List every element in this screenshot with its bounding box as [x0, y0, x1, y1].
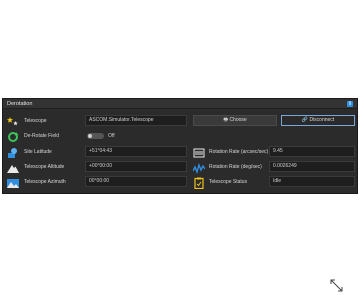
status-field: Idle — [269, 176, 355, 187]
azimuth-label: Telescope Azimuth — [24, 179, 66, 185]
telescope-row: Telescope ASCOM.Simulator.Telescope 🖶 Ch… — [7, 115, 357, 127]
latitude-field: +51°04:43 — [85, 146, 187, 157]
resize-icon[interactable] — [329, 278, 345, 294]
derotate-toggle[interactable] — [87, 133, 104, 139]
azimuth-field: 00°00:00 — [85, 176, 187, 187]
status-label: Telescope Status — [209, 179, 248, 185]
latitude-label: Site Latitude — [24, 149, 52, 155]
derotation-panel: Derotation i Telescope ASCOM.Simulator.T… — [2, 98, 358, 194]
telescope-name-field: ASCOM.Simulator.Telescope — [85, 115, 187, 126]
altitude-row: Telescope Altitude +00°00:00 Rotation Ra… — [7, 161, 357, 175]
disconnect-button[interactable]: 🔗 Disconnect — [281, 115, 355, 126]
site-icon — [7, 146, 19, 158]
mountain-icon — [7, 161, 19, 173]
telescope-label: Telescope — [24, 118, 47, 124]
derotate-toggle-state: Off — [108, 133, 115, 139]
rotate-icon — [7, 130, 19, 142]
derotate-label: De-Rotate Field — [24, 133, 60, 139]
derotate-row: De-Rotate Field Off — [7, 130, 357, 142]
clipboard-icon — [193, 176, 205, 190]
panel-header: Derotation i — [3, 99, 357, 109]
wave-icon — [192, 161, 206, 175]
info-icon[interactable]: i — [347, 101, 353, 107]
rate-arcsec-field: 9.45 — [269, 146, 355, 157]
rate-arcsec-label: Rotation Rate (arcsec/sec) — [209, 149, 269, 155]
azimuth-row: Telescope Azimuth 00°00:00 Telescope Sta… — [7, 176, 357, 190]
landscape-icon — [7, 176, 19, 188]
toggle-knob — [88, 134, 92, 138]
stars-icon — [7, 115, 19, 127]
rate-deg-label: Rotation Rate (deg/sec) — [209, 164, 262, 170]
altitude-field: +00°00:00 — [85, 161, 187, 172]
choose-button[interactable]: 🖶 Choose — [193, 115, 277, 126]
disconnect-label: Disconnect — [309, 117, 335, 123]
choose-label: Choose — [229, 117, 247, 123]
rate-deg-field: 0.0026249 — [269, 161, 355, 172]
panel-title: Derotation — [7, 101, 33, 107]
gauge-icon — [193, 146, 205, 158]
altitude-label: Telescope Altitude — [24, 164, 65, 170]
latitude-row: Site Latitude +51°04:43 Rotation Rate (a… — [7, 146, 357, 158]
